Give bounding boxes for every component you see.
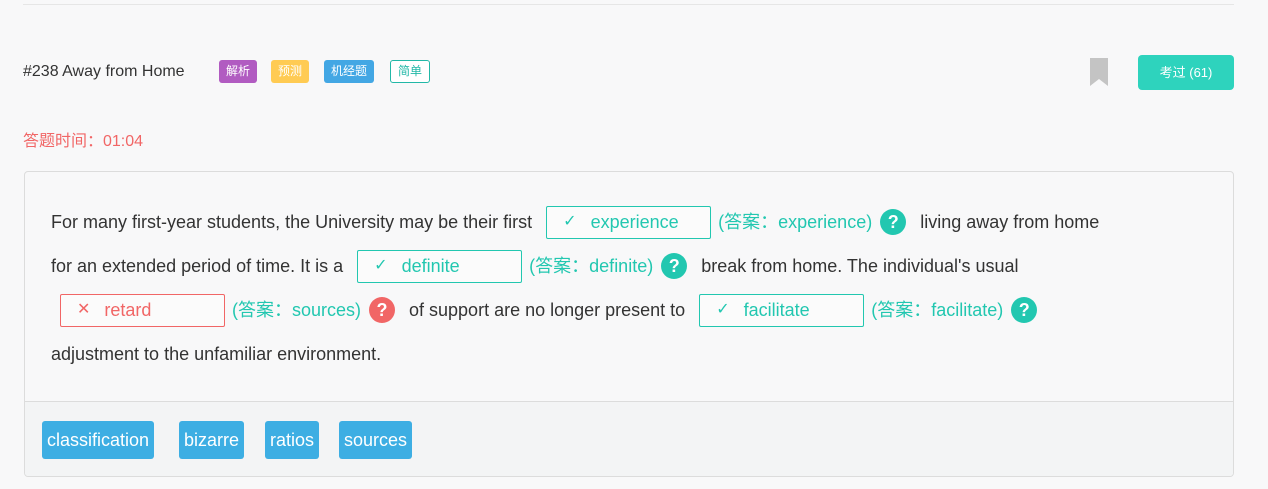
word-chip[interactable]: classification xyxy=(42,421,155,459)
check-icon: ✓ xyxy=(716,301,730,318)
question-header: #238 Away from Home 解析 预测 机经题 简单 考过 (61) xyxy=(23,55,1234,91)
passage-text: living away from home xyxy=(920,212,1100,232)
question-card: For many first-year students, the Univer… xyxy=(24,171,1234,477)
bookmark-icon[interactable] xyxy=(1090,58,1108,86)
blank-1[interactable]: ✓ experience xyxy=(546,205,712,239)
passage: For many first-year students, the Univer… xyxy=(51,200,1211,376)
blank-value: facilitate xyxy=(743,300,810,320)
help-icon[interactable]: ? xyxy=(369,297,396,323)
tag-predict: 预测 xyxy=(271,60,310,83)
check-icon: ✓ xyxy=(563,213,577,230)
word-chip[interactable]: sources xyxy=(339,421,413,459)
help-icon[interactable]: ? xyxy=(880,209,907,235)
blank-2[interactable]: ✓ definite xyxy=(357,249,523,283)
passage-text: for an extended period of time. It is a xyxy=(51,256,344,276)
word-bank: classification bizarre ratios sources xyxy=(25,401,1233,476)
answer-label: (答案：facilitate) xyxy=(871,300,1004,320)
question-title: #238 Away from Home xyxy=(23,63,185,80)
tag-machine-question: 机经题 xyxy=(324,60,375,83)
blank-3[interactable]: ✕ retard xyxy=(60,293,225,327)
blank-4[interactable]: ✓ facilitate xyxy=(699,293,865,327)
passage-text: break from home. The individual's usual xyxy=(701,256,1019,276)
blank-value: retard xyxy=(104,300,152,320)
check-icon: ✓ xyxy=(374,257,388,274)
blank-value: definite xyxy=(401,256,460,276)
word-chip[interactable]: ratios xyxy=(265,421,320,459)
top-divider xyxy=(23,4,1234,5)
passage-text: For many first-year students, the Univer… xyxy=(51,212,533,232)
passage-text: adjustment to the unfamiliar environment… xyxy=(51,344,382,364)
passage-line-2: for an extended period of time. It is a … xyxy=(51,244,1211,288)
help-icon[interactable]: ? xyxy=(1011,297,1038,323)
tag-difficulty-easy: 简单 xyxy=(390,60,431,83)
passage-text: of support are no longer present to xyxy=(409,300,686,320)
answer-timer: 答题时间：01:04 xyxy=(23,133,144,150)
passage-line-1: For many first-year students, the Univer… xyxy=(51,200,1211,244)
cross-icon: ✕ xyxy=(77,301,91,318)
answer-label: (答案：definite) xyxy=(529,256,654,276)
word-chip[interactable]: bizarre xyxy=(179,421,245,459)
passage-line-4: adjustment to the unfamiliar environment… xyxy=(51,332,1211,376)
answer-label: (答案：experience) xyxy=(718,212,873,232)
tag-analysis[interactable]: 解析 xyxy=(219,60,258,83)
blank-value: experience xyxy=(590,212,679,232)
passed-button[interactable]: 考过 (61) xyxy=(1138,55,1234,90)
help-icon[interactable]: ? xyxy=(661,253,688,279)
answer-label: (答案：sources) xyxy=(232,300,362,320)
passage-line-3: ✕ retard (答案：sources) ? of support are n… xyxy=(51,288,1211,332)
